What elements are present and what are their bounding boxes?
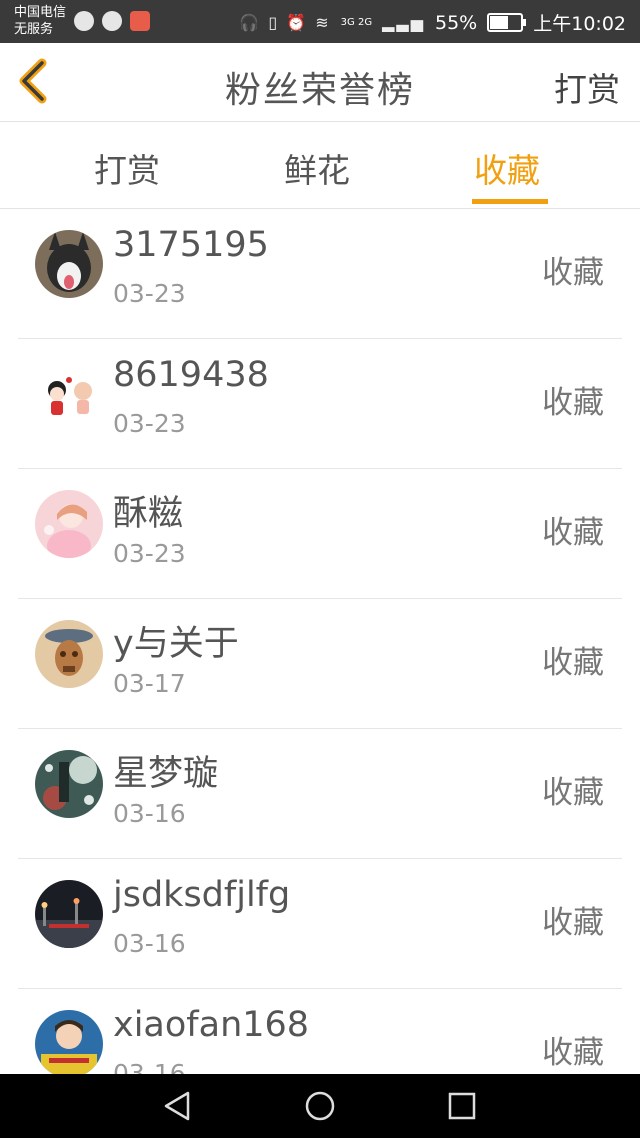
app-header: 粉丝荣誉榜 打赏 — [0, 43, 640, 122]
active-tab-indicator — [472, 199, 548, 204]
avatar — [35, 620, 103, 688]
system-nav-bar — [0, 1074, 640, 1138]
notification-icons — [74, 11, 150, 31]
status-bar: 中国电信 无服务 🎧 ▯ ⏰ ≋ 3G 2G ▂▃▅ 55% 上午10:02 — [0, 0, 640, 43]
favorite-label: 收藏 — [542, 515, 604, 551]
favorite-label: 收藏 — [542, 385, 604, 421]
favorite-label: 收藏 — [542, 775, 604, 811]
carrier-info: 中国电信 无服务 — [14, 4, 66, 38]
avatar — [35, 230, 103, 298]
list-item[interactable]: 星梦璇 03-16 收藏 — [0, 729, 640, 859]
cartoon-couple-avatar — [35, 360, 103, 428]
fan-date: 03-16 — [113, 799, 186, 828]
tab-bar: 打赏 鲜花 收藏 — [0, 122, 640, 209]
battery-percent: 55% — [435, 11, 478, 34]
signal-icon: ▂▃▅ — [382, 13, 425, 32]
globe-icon — [74, 11, 94, 31]
fan-name: 星梦璇 — [113, 754, 219, 794]
fan-name: 8619438 — [113, 355, 269, 395]
avatar — [35, 490, 103, 558]
avatar — [35, 880, 103, 948]
list-item[interactable]: 8619438 03-23 收藏 — [0, 339, 640, 469]
carrier-service: 无服务 — [14, 22, 54, 37]
app-notification-icon — [130, 11, 150, 31]
fan-name: jsdksdfjlfg — [113, 875, 291, 915]
fan-date: 03-16 — [113, 929, 186, 958]
list-item[interactable]: 酥糍 03-23 收藏 — [0, 469, 640, 599]
tab-reward[interactable]: 打赏 — [94, 144, 160, 192]
network-type: 3G 2G — [340, 16, 373, 28]
list-item[interactable]: 3175195 03-23 收藏 — [0, 209, 640, 339]
list-item[interactable]: y与关于 03-17 收藏 — [0, 599, 640, 729]
home-circle-icon[interactable] — [304, 1090, 336, 1122]
favorite-label: 收藏 — [542, 645, 604, 681]
fan-name: 酥糍 — [113, 494, 184, 534]
clock: 上午10:02 — [533, 13, 626, 35]
battery-icon — [487, 13, 527, 32]
fan-date: 03-23 — [113, 279, 186, 308]
headphone-vibrate-alarm-wifi-icons: 🎧 ▯ ⏰ ≋ — [239, 13, 331, 32]
back-triangle-icon[interactable] — [162, 1090, 194, 1122]
page-title: 粉丝荣誉榜 — [224, 70, 415, 111]
fan-date: 03-17 — [113, 669, 186, 698]
fan-name: xiaofan168 — [113, 1005, 310, 1045]
recents-square-icon[interactable] — [446, 1090, 478, 1122]
fan-date: 03-23 — [113, 409, 186, 438]
fan-date: 03-23 — [113, 539, 186, 568]
green-scene-avatar — [35, 750, 103, 818]
avatar — [35, 750, 103, 818]
pink-girl-avatar — [35, 490, 103, 558]
reward-button[interactable]: 打赏 — [554, 63, 620, 111]
night-street-avatar — [35, 880, 103, 948]
fan-name: 3175195 — [113, 225, 269, 265]
fan-list: 3175195 03-23 收藏 8619438 03-23 收藏 酥糍 03-… — [0, 209, 640, 1119]
favorite-label: 收藏 — [542, 255, 604, 291]
fan-name: y与关于 — [113, 624, 239, 664]
tab-favorites[interactable]: 收藏 — [474, 144, 540, 192]
list-item[interactable]: jsdksdfjlfg 03-16 收藏 — [0, 859, 640, 989]
boy-avatar — [35, 1010, 103, 1078]
tab-flowers[interactable]: 鲜花 — [284, 144, 350, 192]
chat-bubble-icon — [102, 11, 122, 31]
avatar — [35, 1010, 103, 1078]
avatar — [35, 360, 103, 428]
system-status: 🎧 ▯ ⏰ ≋ 3G 2G ▂▃▅ 55% 上午10:02 — [239, 9, 626, 36]
wreath-skull-avatar — [35, 620, 103, 688]
carrier-name: 中国电信 — [14, 5, 67, 20]
favorite-label: 收藏 — [542, 1035, 604, 1071]
favorite-label: 收藏 — [542, 905, 604, 941]
husky-dog-avatar — [35, 230, 103, 298]
